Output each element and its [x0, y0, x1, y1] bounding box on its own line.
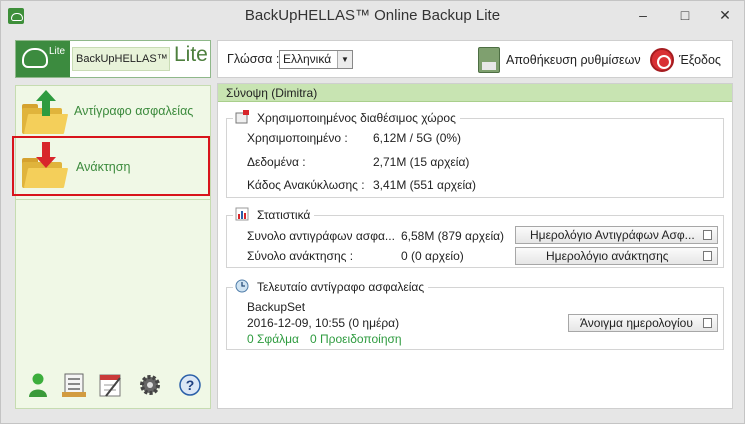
last-backup-title-wrap: Τελευταίο αντίγραφο ασφαλείας [233, 279, 429, 294]
sidebar-lower-panel: ? [15, 199, 211, 409]
logo-brand-text: BackUpHELLAS™ [72, 47, 170, 71]
recycle-bin-value: 3,41M (551 αρχεία) [373, 178, 477, 192]
app-window: BackUpHELLAS™ Online Backup Lite – □ ✕ L… [0, 0, 745, 424]
help-icon[interactable]: ? [178, 372, 202, 398]
statistics-title: Στατιστικά [257, 208, 311, 222]
minimize-button[interactable]: – [629, 3, 657, 27]
summary-panel: Σύνοψη (Dimitra) Χρησιμοποιημένος διαθέσ… [217, 83, 733, 409]
space-usage-title-wrap: Χρησιμοποιημένος διαθέσιμος χώρος [233, 110, 460, 125]
statistics-group: Στατιστικά Συνολο αντιγράφων ασφα... 6,5… [226, 207, 724, 268]
backup-datetime: 2016-12-09, 10:55 (0 ημέρα) [247, 316, 400, 330]
last-backup-group: Τελευταίο αντίγραφο ασφαλείας BackupSet … [226, 279, 724, 350]
cloud-icon [22, 48, 48, 68]
top-toolbar: Γλώσσα : Ελληνικά ▼ Αποθήκευση ρυθμίσεων… [217, 40, 733, 78]
exit-label: Έξοδος [679, 53, 721, 67]
backup-folder-icon [22, 90, 69, 134]
sidebar-item-label: Αντίγραφο ασφαλείας [74, 104, 194, 118]
backup-log-button[interactable]: Ημερολόγιο Αντιγράφων Ασφ... [515, 226, 718, 244]
chevron-down-icon[interactable]: ▼ [337, 51, 352, 68]
user-icon[interactable] [26, 372, 50, 398]
logo-badge: Lite [16, 41, 70, 77]
last-backup-title: Τελευταίο αντίγραφο ασφαλείας [257, 280, 425, 294]
open-log-button-label: Άνοιγμα ημερολογίου [580, 316, 693, 330]
used-value: 6,12M / 5G (0%) [373, 131, 462, 145]
open-log-button[interactable]: Άνοιγμα ημερολογίου [568, 314, 718, 332]
statistics-title-wrap: Στατιστικά [233, 207, 315, 222]
restore-log-button-label: Ημερολόγιο ανάκτησης [546, 249, 669, 263]
svg-text:?: ? [186, 377, 195, 393]
data-label: Δεδομένα : [247, 155, 306, 169]
total-restore-label: Σύνολο ανάκτησης : [247, 249, 354, 263]
sidebar-tools: ? [16, 372, 210, 402]
logo-badge-text: Lite [49, 46, 66, 57]
logo-lite-text: Lite [174, 43, 208, 66]
space-usage-group: Χρησιμοποιημένος διαθέσιμος χώρος Χρησιμ… [226, 110, 724, 198]
report-icon[interactable] [62, 372, 86, 398]
title-bar[interactable]: BackUpHELLAS™ Online Backup Lite – □ ✕ [1, 1, 744, 31]
document-icon [703, 230, 712, 240]
used-label: Χρησιμοποιημένο : [247, 131, 348, 145]
exit-power-icon [650, 48, 674, 72]
restore-log-button[interactable]: Ημερολόγιο ανάκτησης [515, 247, 718, 265]
save-settings-label: Αποθήκευση ρυθμίσεων [506, 53, 641, 67]
save-disk-icon [478, 47, 500, 73]
data-value: 2,71M (15 αρχεία) [373, 155, 470, 169]
summary-header: Σύνοψη (Dimitra) [218, 84, 732, 102]
bar-chart-icon [235, 207, 249, 221]
schedule-icon[interactable] [98, 372, 122, 398]
warning-count: 0 Προειδοποίηση [310, 332, 402, 346]
maximize-button[interactable]: □ [671, 3, 699, 27]
backup-clock-icon [235, 279, 249, 293]
close-button[interactable]: ✕ [711, 3, 739, 27]
space-usage-title: Χρησιμοποιημένος διαθέσιμος χώρος [257, 111, 456, 125]
backup-set-name: BackupSet [247, 300, 306, 314]
restore-folder-icon [22, 142, 69, 188]
space-usage-icon [235, 110, 249, 124]
recycle-bin-label: Κάδος Ανακύκλωσης : [247, 178, 365, 192]
sidebar-item-label: Ανάκτηση [76, 160, 131, 174]
backup-log-button-label: Ημερολόγιο Αντιγράφων Ασφ... [530, 228, 695, 242]
brand-logo: Lite BackUpHELLAS™ Lite [15, 40, 211, 78]
total-backup-value: 6,58M (879 αρχεία) [401, 229, 505, 243]
total-restore-value: 0 (0 αρχείο) [401, 249, 464, 263]
error-count: 0 Σφάλμα [247, 332, 299, 346]
document-icon [703, 318, 712, 328]
document-icon [703, 251, 712, 261]
total-backup-label: Συνολο αντιγράφων ασφα... [247, 229, 395, 243]
language-label: Γλώσσα : [227, 52, 280, 66]
language-value: Ελληνικά [283, 52, 332, 66]
language-select[interactable]: Ελληνικά ▼ [279, 50, 353, 69]
sidebar-nav: Αντίγραφο ασφαλείας Ανάκτηση [12, 85, 211, 201]
settings-gear-icon[interactable] [138, 372, 162, 398]
sidebar-item-restore[interactable]: Ανάκτηση [12, 136, 210, 196]
